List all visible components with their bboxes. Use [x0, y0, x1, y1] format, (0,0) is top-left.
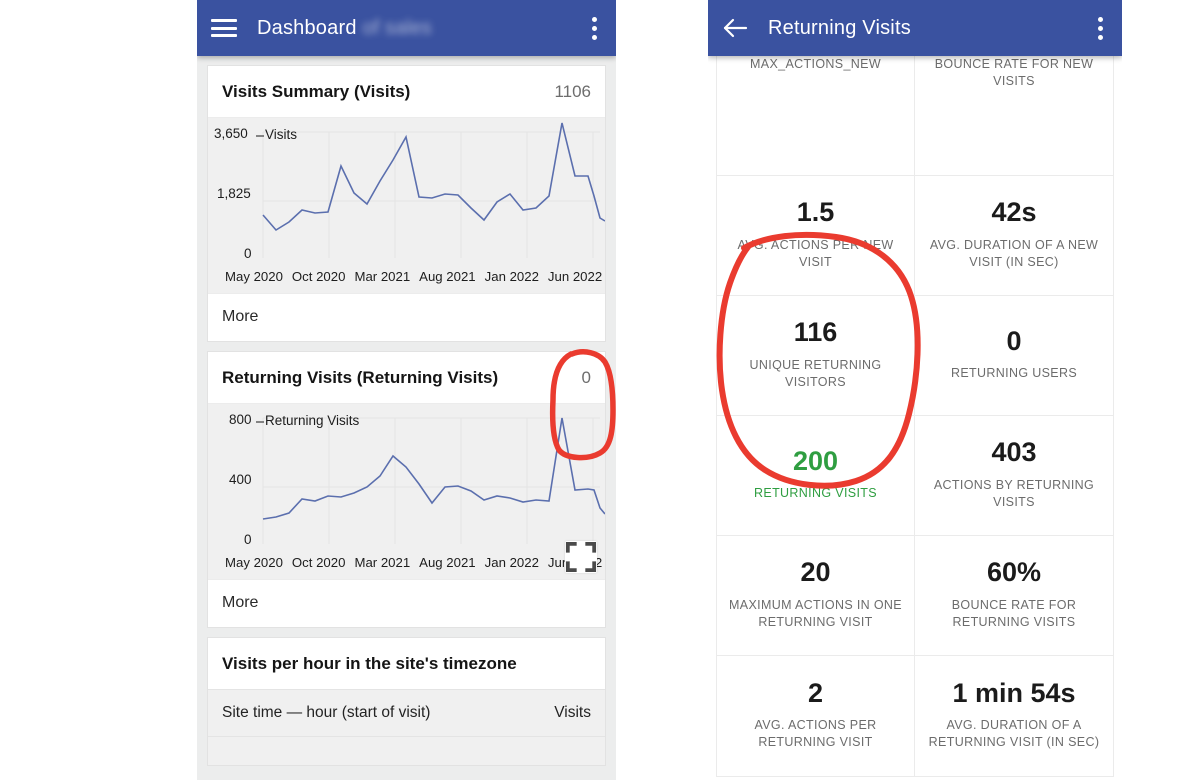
metric-value: 60%: [986, 557, 1042, 588]
metric-cell[interactable]: 1 min 54s AVG. DURATION OF A RETURNING VI…: [915, 656, 1113, 776]
visits-x-tick-0: May 2020: [225, 269, 283, 284]
three-dots-icon[interactable]: [1098, 16, 1104, 40]
metric-value: 42s: [991, 197, 1037, 228]
right-app-bar-title: Returning Visits: [768, 16, 911, 39]
metric-row: 1.5 AVG. ACTIONS PER NEW VISIT 42s AVG. DUR…: [717, 176, 1113, 296]
returning-chart-x-axis: May 2020 Oct 2020 Mar 2021 Aug 2021 Jan …: [225, 555, 602, 570]
metric-label: MAXIMUM ACTIONS IN ONE RETURNING VISIT: [729, 597, 902, 629]
metric-label: RETURNING USERS: [950, 366, 1078, 381]
left-app-bar-title: Dashboard: [257, 16, 357, 39]
returning-x-tick-1: Oct 2020: [291, 555, 346, 570]
metric-label: AVG. ACTIONS PER NEW VISIT: [737, 237, 894, 269]
metric-row: 20 MAXIMUM ACTIONS IN ONE RETURNING VISIT…: [717, 536, 1113, 656]
visits-chart-y-max-label: 3,650: [214, 126, 248, 141]
visits-per-hour-row-value: Visits: [554, 704, 591, 721]
visits-per-hour-row-label: Site time — hour (start of visit): [222, 704, 431, 721]
right-app-bar: Returning Visits: [708, 0, 1122, 56]
metric-row: 116 UNIQUE RETURNING VISITORS 0 RETURNING U…: [717, 296, 1113, 416]
metric-label: BOUNCE RATE FOR RETURNING VISITS: [951, 597, 1077, 629]
card-visits-summary-value: 1106: [554, 82, 591, 101]
metric-cell[interactable]: BOUNCE RATE FOR NEW VISITS: [915, 56, 1113, 176]
metric-row: 200 RETURNING VISITS 403 ACTIONS BY RETURNI…: [717, 416, 1113, 536]
card-visits-summary-more[interactable]: More: [208, 293, 605, 341]
metric-label: AVG. DURATION OF A RETURNING VISIT (IN S…: [928, 718, 1100, 750]
visits-x-tick-4: Jan 2022: [484, 269, 539, 284]
right-phone-panel: Returning Visits MAX_ACTIONS_NEW BOUNCE R…: [708, 0, 1122, 780]
fullscreen-icon[interactable]: [565, 541, 597, 573]
metric-cell[interactable]: 0 RETURNING USERS: [915, 296, 1113, 416]
screenshot-root: Dashboard of sales Visits Summary (Visit…: [0, 0, 1200, 780]
visits-summary-sparkline: [256, 122, 605, 258]
visits-x-tick-2: Mar 2021: [354, 269, 411, 284]
returning-x-tick-2: Mar 2021: [354, 555, 411, 570]
metric-value: 403: [991, 437, 1037, 468]
metric-cell[interactable]: 60% BOUNCE RATE FOR RETURNING VISITS: [915, 536, 1113, 656]
returning-chart-y-min-label: 0: [244, 532, 252, 547]
card-visits-per-hour-header[interactable]: Visits per hour in the site's timezone: [208, 638, 605, 689]
metric-label: AVG. ACTIONS PER RETURNING VISIT: [754, 718, 877, 750]
metric-value: 116: [793, 317, 838, 348]
back-arrow-glyph: [723, 18, 748, 38]
returning-visits-chart[interactable]: 800 Returning Visits 400 0 May 2020 Oct …: [208, 403, 605, 579]
metric-cell[interactable]: 1.5 AVG. ACTIONS PER NEW VISIT: [717, 176, 915, 296]
metric-label: MAX_ACTIONS_NEW: [750, 57, 881, 71]
metric-value: 2: [807, 677, 824, 708]
metric-value: 0: [1006, 325, 1022, 356]
visits-x-tick-1: Oct 2020: [291, 269, 346, 284]
card-visits-per-hour-title: Visits per hour in the site's timezone: [222, 654, 517, 673]
three-dots-icon[interactable]: [592, 16, 598, 40]
card-returning-visits-header[interactable]: Returning Visits (Returning Visits) 0: [208, 352, 605, 403]
returning-x-tick-4: Jan 2022: [484, 555, 539, 570]
returning-chart-series-label: Returning Visits: [265, 413, 360, 428]
visits-x-tick-5: Jun 2022: [547, 269, 603, 284]
metric-cell[interactable]: 200 RETURNING VISITS: [717, 416, 915, 536]
metric-label: BOUNCE RATE FOR NEW VISITS: [934, 57, 1094, 88]
metric-cell[interactable]: 116 UNIQUE RETURNING VISITORS: [717, 296, 915, 416]
card-returning-visits: Returning Visits (Returning Visits) 0 80…: [207, 351, 606, 628]
metric-label: AVG. DURATION OF A NEW VISIT (IN SEC): [929, 237, 1099, 269]
card-returning-visits-value: 0: [581, 368, 591, 387]
hamburger-icon[interactable]: [211, 19, 237, 37]
card-visits-summary-title: Visits Summary (Visits): [222, 82, 411, 101]
left-app-bar-title-blurred: of sales: [362, 16, 432, 39]
visits-chart-y-min-label: 0: [244, 246, 252, 261]
returning-chart-y-max-label: 800: [229, 412, 252, 427]
returning-x-tick-3: Aug 2021: [419, 555, 476, 570]
metric-row: 2 AVG. ACTIONS PER RETURNING VISIT 1 min 5…: [717, 656, 1113, 776]
visits-chart-series-label: Visits: [265, 127, 298, 142]
left-scroll-body[interactable]: Visits Summary (Visits) 1106 3,650 Visit…: [197, 56, 616, 780]
metric-cell[interactable]: MAX_ACTIONS_NEW: [717, 56, 915, 176]
metric-cell[interactable]: 42s AVG. DURATION OF A NEW VISIT (IN SEC): [915, 176, 1113, 296]
card-visits-summary-header[interactable]: Visits Summary (Visits) 1106: [208, 66, 605, 117]
metric-cell[interactable]: 20 MAXIMUM ACTIONS IN ONE RETURNING VISIT: [717, 536, 915, 656]
card-returning-visits-more[interactable]: More: [208, 579, 605, 627]
visits-summary-chart[interactable]: 3,650 Visits 1,825 0 May 2020 Oct 2020 M…: [208, 117, 605, 293]
visits-x-tick-3: Aug 2021: [419, 269, 476, 284]
card-returning-visits-title: Returning Visits (Returning Visits): [222, 368, 499, 387]
returning-chart-y-mid-label: 400: [229, 472, 252, 487]
fullscreen-icon-glyph: [565, 541, 597, 573]
metric-value: 1.5: [796, 197, 835, 228]
metric-label: UNIQUE RETURNING VISITORS: [749, 357, 882, 389]
metrics-grid: MAX_ACTIONS_NEW BOUNCE RATE FOR NEW VISIT…: [716, 56, 1114, 777]
metric-value: 200: [792, 445, 839, 476]
card-visits-summary: Visits Summary (Visits) 1106 3,650 Visit…: [207, 65, 606, 342]
returning-x-tick-0: May 2020: [225, 555, 283, 570]
metric-value: 20: [800, 557, 831, 588]
metric-value: 1 min 54s: [952, 677, 1076, 708]
left-app-bar: Dashboard of sales: [197, 0, 616, 56]
metric-row: MAX_ACTIONS_NEW BOUNCE RATE FOR NEW VISIT…: [717, 56, 1113, 176]
metric-label: ACTIONS BY RETURNING VISITS: [933, 477, 1095, 509]
returning-visits-sparkline: [256, 417, 605, 544]
metric-label: RETURNING VISITS: [754, 486, 877, 501]
visits-chart-x-axis: May 2020 Oct 2020 Mar 2021 Aug 2021 Jan …: [225, 269, 602, 284]
visits-per-hour-table-row-partial: [208, 736, 605, 765]
visits-chart-y-mid-label: 1,825: [217, 186, 251, 201]
visits-per-hour-table-header: Site time — hour (start of visit) Visits: [208, 689, 605, 736]
metric-cell[interactable]: 403 ACTIONS BY RETURNING VISITS: [915, 416, 1113, 536]
metric-cell[interactable]: 2 AVG. ACTIONS PER RETURNING VISIT: [717, 656, 915, 776]
back-arrow-icon[interactable]: [722, 17, 748, 39]
left-phone-panel: Dashboard of sales Visits Summary (Visit…: [197, 0, 616, 780]
card-visits-per-hour: Visits per hour in the site's timezone S…: [207, 637, 606, 766]
